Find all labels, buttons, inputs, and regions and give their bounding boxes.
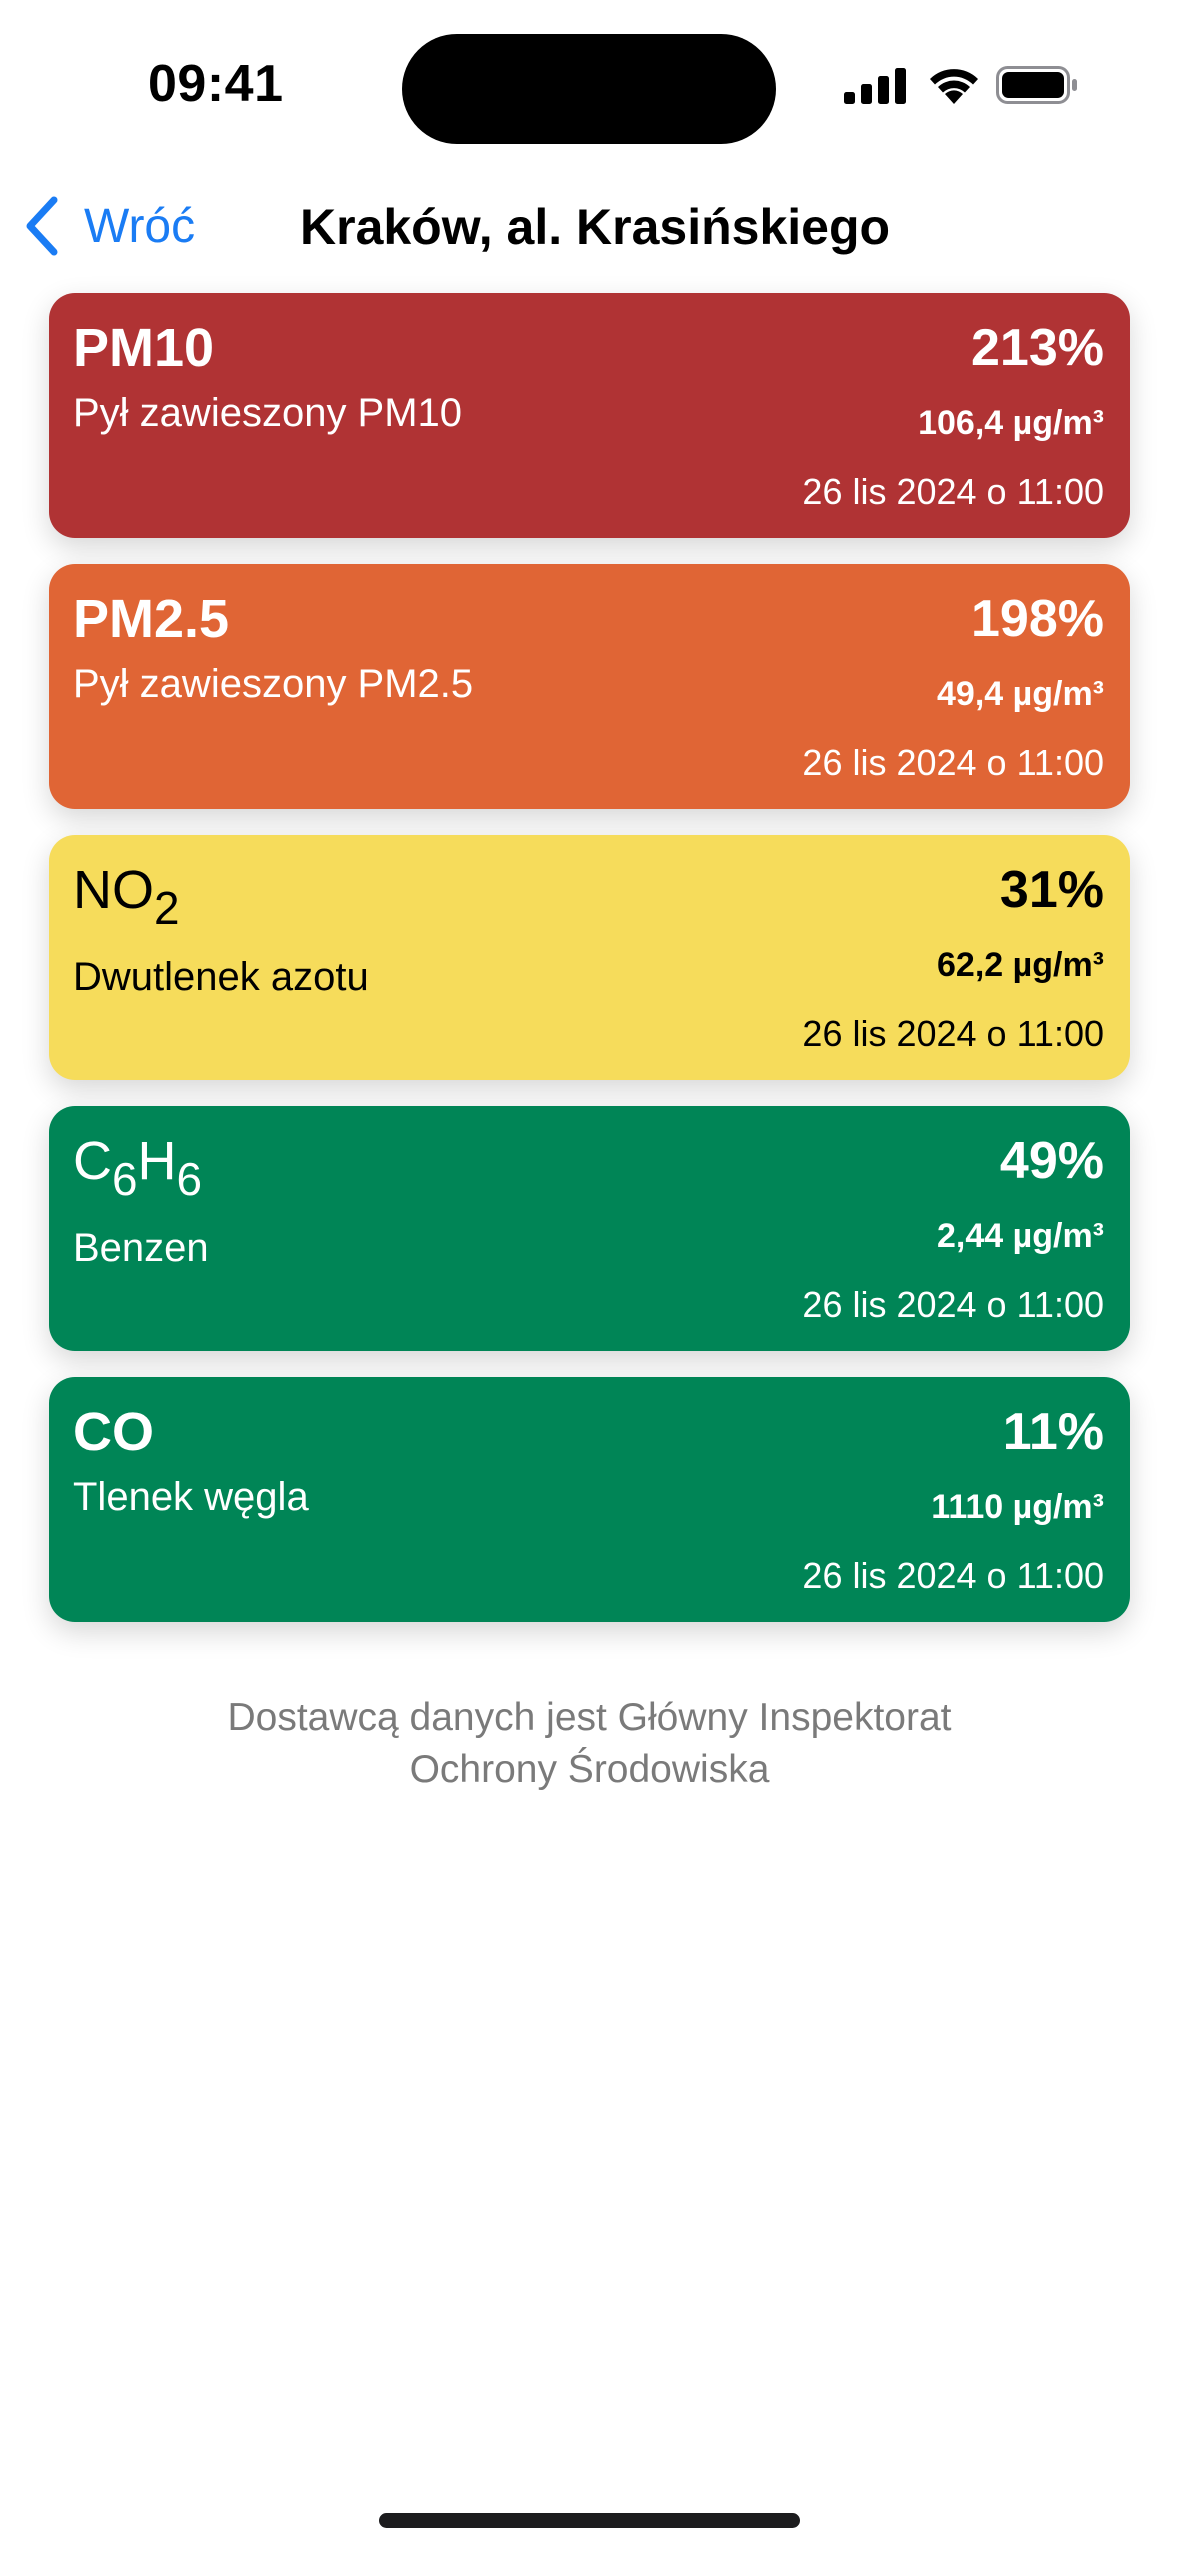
pollutant-list: PM10 Pył zawieszony PM10 213% 106,4 µg/m… (49, 293, 1130, 1648)
pollutant-concentration: 62,2 µg/m³ (937, 946, 1104, 984)
pollutant-percent: 11% (1002, 1403, 1104, 1461)
battery-icon (996, 66, 1077, 104)
pollutant-name: Benzen (73, 1226, 209, 1270)
pollutant-card-pm25[interactable]: PM2.5 Pył zawieszony PM2.5 198% 49,4 µg/… (49, 564, 1130, 809)
home-indicator[interactable] (379, 2513, 800, 2528)
pollutant-percent: 198% (971, 590, 1104, 648)
pollutant-timestamp: 26 lis 2024 o 11:00 (802, 1013, 1104, 1054)
pollutant-timestamp: 26 lis 2024 o 11:00 (802, 471, 1104, 512)
formula-subscript: 2 (154, 882, 180, 935)
data-source-line-1: Dostawcą danych jest Główny Inspektorat (227, 1696, 952, 1739)
pollutant-code: CO (73, 1402, 154, 1462)
pollutant-concentration: 2,44 µg/m³ (937, 1217, 1104, 1255)
dynamic-island (402, 34, 776, 144)
pollutant-code: PM10 (73, 318, 215, 378)
formula-subscript: 6 (176, 1153, 203, 1206)
pollutant-percent: 31% (999, 861, 1104, 919)
navigation-bar: Wróć Kraków, al. Krasińskiego (0, 180, 1179, 270)
pollutant-name: Tlenek węgla (73, 1475, 309, 1519)
wifi-icon (930, 69, 978, 104)
pollutant-concentration: 49,4 µg/m³ (937, 675, 1104, 713)
pollutant-card-co[interactable]: CO Tlenek węgla 11% 1110 µg/m³ 26 lis 20… (49, 1377, 1130, 1622)
pollutant-code: PM2.5 (73, 589, 230, 649)
status-icons (844, 64, 1084, 108)
pollutant-concentration: 106,4 µg/m³ (918, 404, 1104, 442)
formula-subscript: 6 (112, 1153, 138, 1206)
pollutant-card-c6h6[interactable]: C6H6 Benzen 49% 2,44 µg/m³ 26 lis 2024 o… (49, 1106, 1130, 1351)
pollutant-percent: 49% (999, 1132, 1104, 1190)
chevron-left-icon (26, 196, 58, 256)
pollutant-code: C6H6 (73, 1126, 202, 1205)
back-button-label: Wróć (84, 199, 196, 253)
back-button[interactable]: Wróć (24, 194, 195, 258)
pollutant-name: Pył zawieszony PM2.5 (73, 662, 474, 706)
status-time: 09:41 (148, 55, 284, 113)
pollutant-timestamp: 26 lis 2024 o 11:00 (802, 1284, 1104, 1325)
pollutant-percent: 213% (971, 319, 1104, 377)
pollutant-concentration: 1110 µg/m³ (931, 1488, 1104, 1526)
pollutant-card-no2[interactable]: NO2 Dwutlenek azotu 31% 62,2 µg/m³ 26 li… (49, 835, 1130, 1080)
pollutant-name: Pył zawieszony PM10 (73, 391, 463, 435)
formula-part: H (137, 1131, 177, 1191)
page-title: Kraków, al. Krasińskiego (300, 199, 891, 255)
pollutant-code: NO2 (73, 855, 180, 934)
status-bar: 09:41 (0, 0, 1179, 160)
pollutant-card-pm10[interactable]: PM10 Pył zawieszony PM10 213% 106,4 µg/m… (49, 293, 1130, 538)
cellular-signal-icon (844, 68, 906, 104)
pollutant-name: Dwutlenek azotu (73, 955, 369, 999)
pollutant-timestamp: 26 lis 2024 o 11:00 (802, 742, 1104, 783)
formula-part: C (73, 1131, 112, 1191)
formula-part: NO (73, 860, 154, 920)
data-source-note: Dostawcą danych jest Główny Inspektorat … (0, 1692, 1179, 1796)
pollutant-timestamp: 26 lis 2024 o 11:00 (802, 1555, 1104, 1596)
data-source-line-2: Ochrony Środowiska (409, 1748, 770, 1791)
